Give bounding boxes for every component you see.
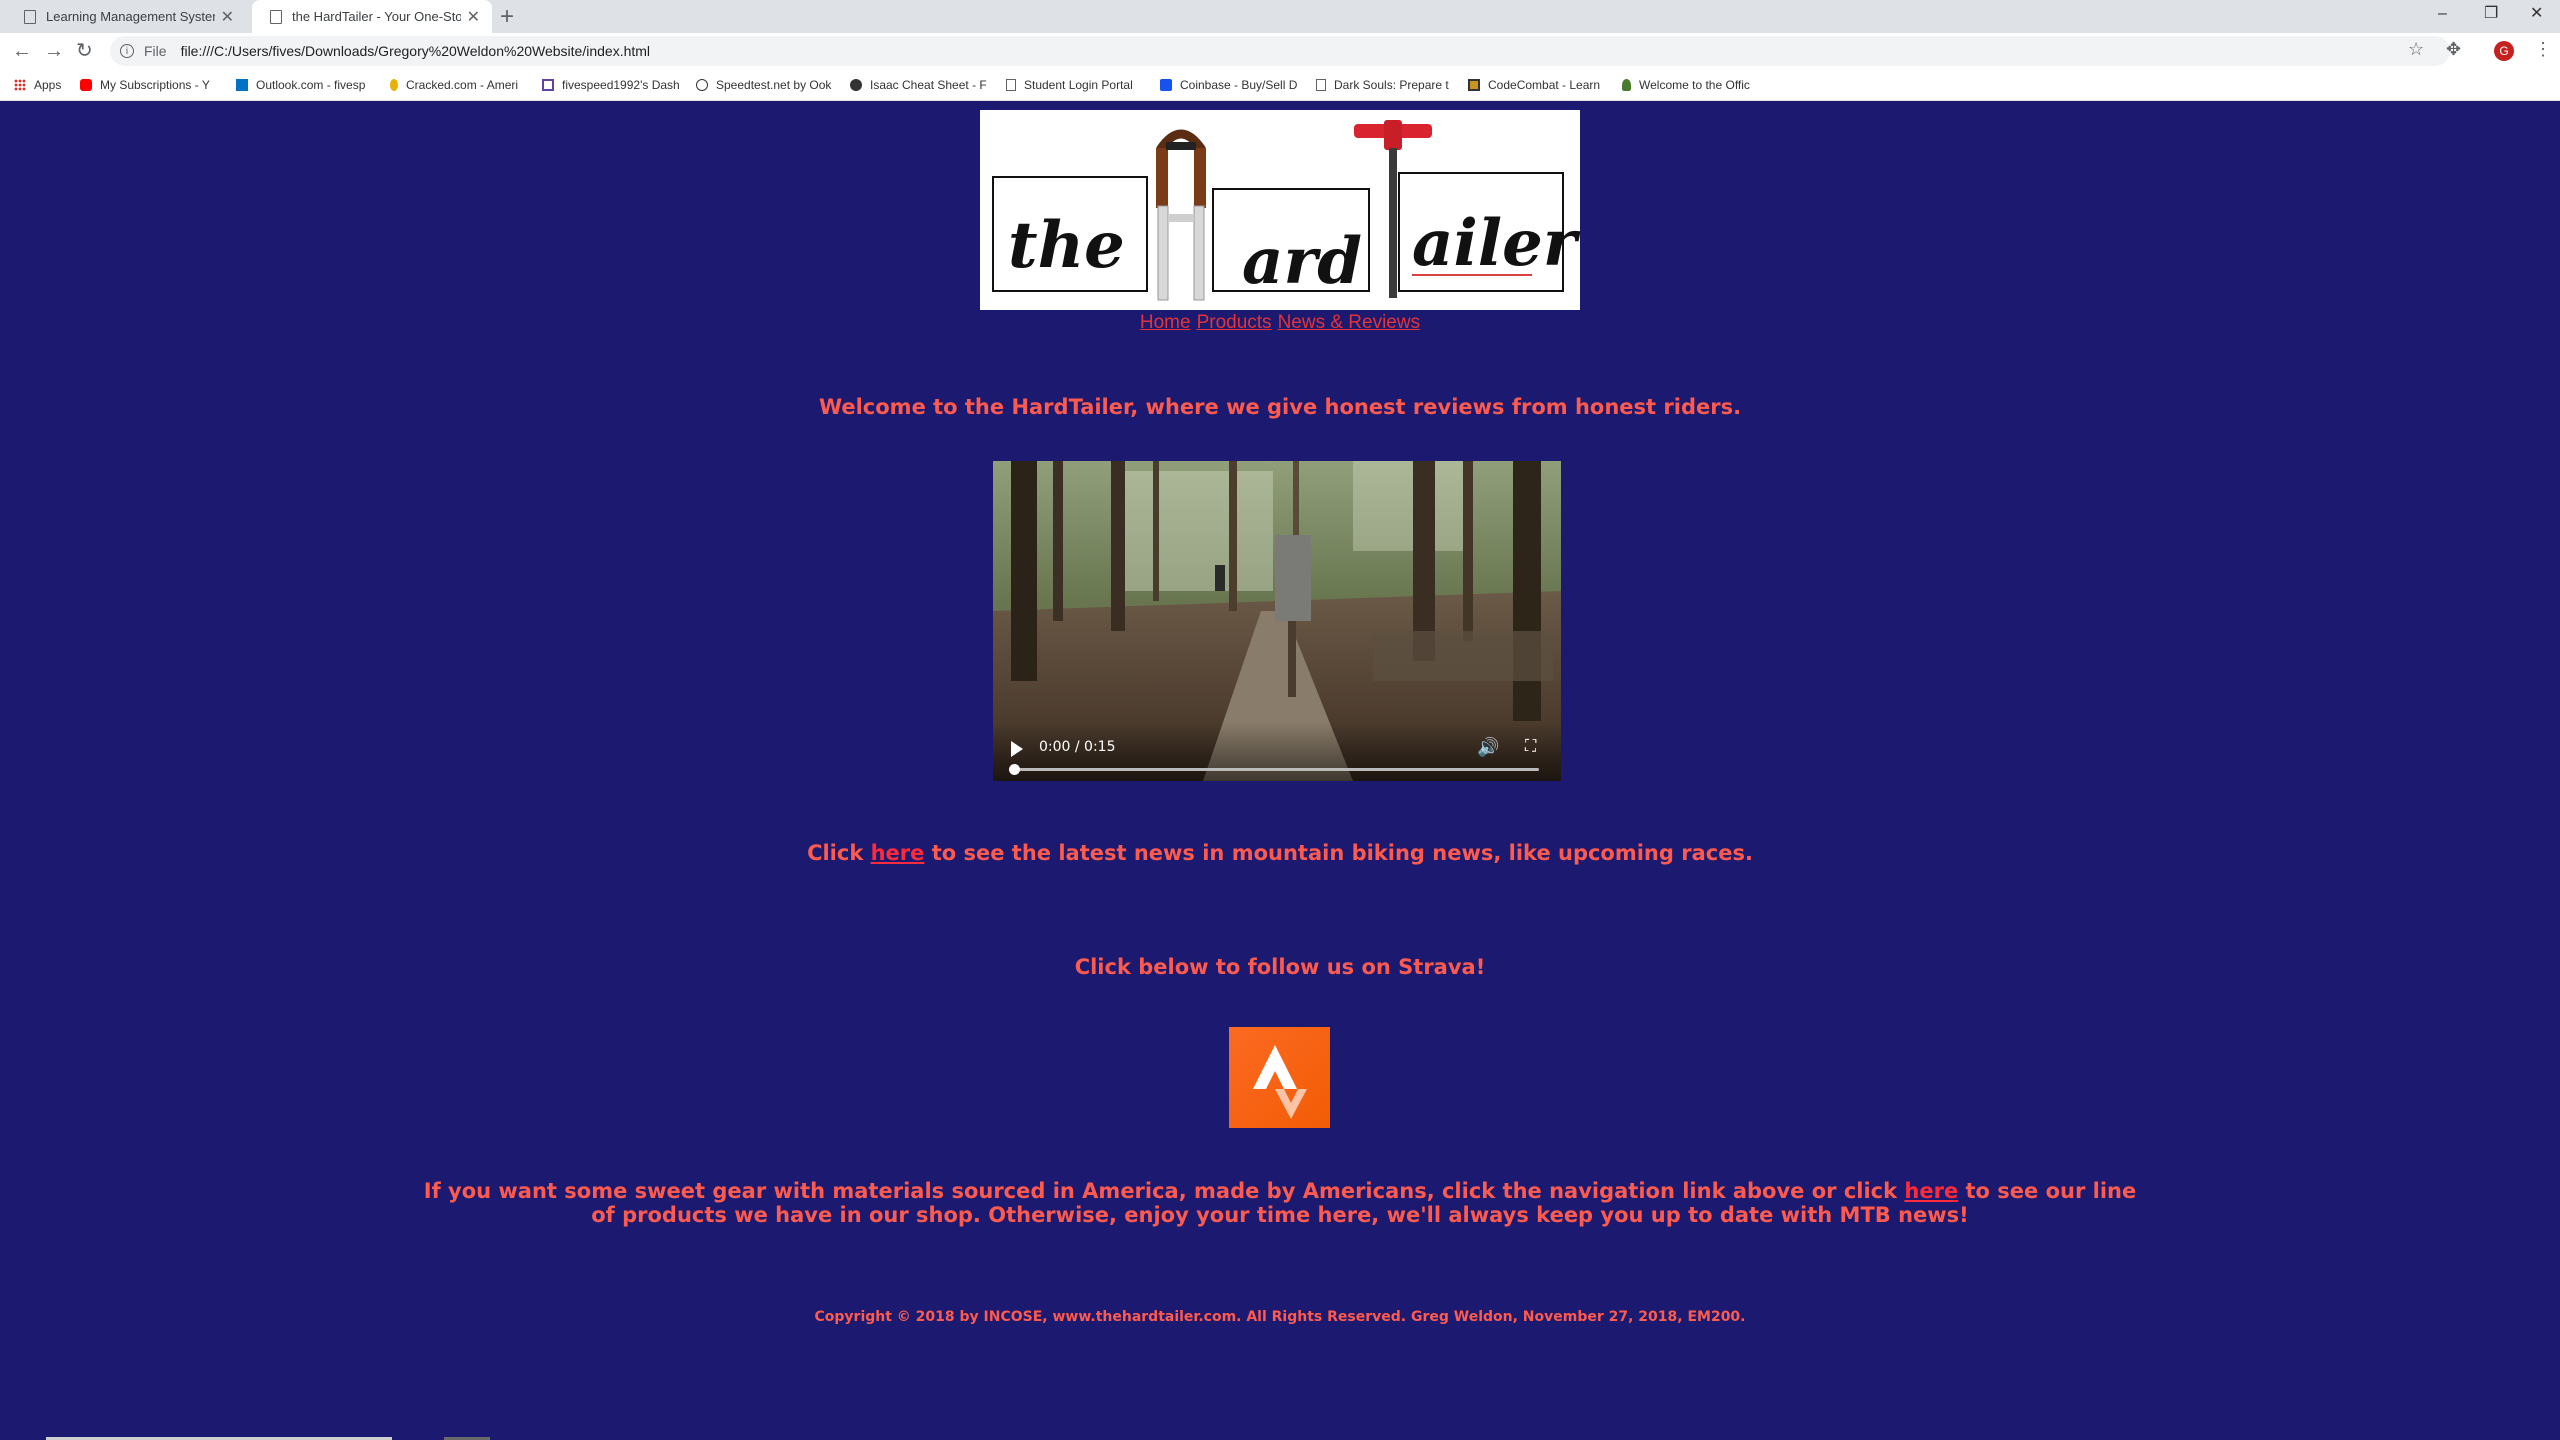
- cracked-icon: [390, 79, 398, 91]
- extension-icon[interactable]: ✥: [2446, 39, 2461, 60]
- bookmark-label: My Subscriptions - Y: [100, 78, 210, 92]
- bookmark-item[interactable]: Welcome to the Offic: [1622, 69, 1750, 101]
- video-controls: 0:00 / 0:15 🔊 ⛶: [993, 721, 1561, 781]
- gear-line2: of products we have in our shop. Otherwi…: [591, 1203, 1969, 1227]
- bookmark-item[interactable]: Coinbase - Buy/Sell D: [1160, 69, 1297, 101]
- menu-dots-icon[interactable]: ⋮: [2534, 39, 2552, 60]
- tab-title: the HardTailer - Your One-Stop S: [292, 9, 461, 24]
- page-icon: [270, 9, 282, 24]
- fallout-icon: [1622, 79, 1631, 91]
- copyright-footer: Copyright © 2018 by INCOSE, www.thehardt…: [814, 1309, 1746, 1325]
- tab-hardtailer[interactable]: the HardTailer - Your One-Stop S ✕: [252, 0, 492, 33]
- play-icon[interactable]: [1011, 741, 1023, 757]
- strava-icon: [1253, 1045, 1307, 1119]
- logo-word: the: [1008, 208, 1125, 283]
- news-suffix: to see the latest news in mountain bikin…: [924, 841, 1753, 865]
- bookmark-label: fivespeed1992's Dash: [562, 78, 680, 92]
- info-icon[interactable]: i: [120, 44, 134, 58]
- page-icon: [1006, 79, 1016, 91]
- browser-chrome: Learning Management System ✕ the HardTai…: [0, 0, 2560, 101]
- suspension-fork-icon: [1156, 129, 1206, 301]
- video-player[interactable]: 0:00 / 0:15 🔊 ⛶: [993, 461, 1561, 781]
- gear-paragraph: If you want some sweet gear with materia…: [0, 1179, 2560, 1227]
- news-prefix: Click: [807, 841, 871, 865]
- welcome-heading: Welcome to the HardTailer, where we give…: [818, 395, 1742, 419]
- codecombat-icon: [1468, 79, 1480, 91]
- page-icon: [1316, 79, 1326, 91]
- close-icon[interactable]: ✕: [467, 7, 480, 27]
- bookmark-apps[interactable]: Apps: [14, 69, 61, 101]
- logo-word: ard: [1242, 224, 1362, 299]
- close-icon[interactable]: ✕: [221, 7, 234, 27]
- gear-suffix: to see our line: [1958, 1179, 2137, 1203]
- bookmark-label: Cracked.com - Ameri: [406, 78, 519, 92]
- nav-products-link[interactable]: Products: [1197, 312, 1272, 333]
- bookmark-label: Welcome to the Offic: [1639, 78, 1750, 92]
- speedtest-icon: [696, 79, 708, 91]
- nav-home-link[interactable]: Home: [1140, 312, 1191, 333]
- bookmark-item[interactable]: Outlook.com - fivesp: [236, 69, 365, 101]
- site-nav: Home Products News & Reviews: [0, 312, 2560, 334]
- nav-news-link[interactable]: News & Reviews: [1278, 312, 1421, 333]
- new-tab-icon[interactable]: +: [500, 3, 514, 31]
- address-url[interactable]: file:///C:/Users/fives/Downloads/Gregory…: [181, 43, 650, 59]
- forward-icon[interactable]: →: [44, 39, 64, 63]
- apps-grid-icon: [14, 79, 26, 91]
- bookmark-label: Speedtest.net by Ook: [716, 78, 832, 92]
- bookmark-item[interactable]: CodeCombat - Learn: [1468, 69, 1600, 101]
- bookmark-star-icon[interactable]: ☆: [2408, 39, 2424, 60]
- browser-toolbar: ← → ↻ i File file:///C:/Users/fives/Down…: [0, 33, 2560, 69]
- tab-strip: Learning Management System ✕ the HardTai…: [0, 0, 2560, 33]
- bookmark-item[interactable]: Student Login Portal: [1006, 69, 1133, 101]
- news-here-link[interactable]: here: [871, 841, 925, 865]
- tab-title: Learning Management System: [46, 9, 215, 24]
- bookmark-label: Dark Souls: Prepare t: [1334, 78, 1449, 92]
- logo-underline: [1412, 274, 1532, 276]
- coinbase-icon: [1160, 79, 1172, 91]
- bookmarks-bar: Apps My Subscriptions - Y Outlook.com - …: [0, 69, 2560, 101]
- bookmark-item[interactable]: My Subscriptions - Y: [80, 69, 210, 101]
- twitch-icon: [542, 79, 554, 91]
- fullscreen-icon[interactable]: ⛶: [1525, 738, 1536, 756]
- video-time: 0:00 / 0:15: [1039, 739, 1116, 755]
- youtube-icon: [80, 79, 92, 91]
- reload-icon[interactable]: ↻: [76, 39, 93, 63]
- bookmark-label: CodeCombat - Learn: [1488, 78, 1601, 92]
- logo-word: ailer: [1412, 206, 1577, 281]
- video-scrubber-handle[interactable]: [1009, 764, 1020, 775]
- tab-learning-management-system[interactable]: Learning Management System ✕: [6, 0, 246, 33]
- strava-heading: Click below to follow us on Strava!: [1074, 955, 1486, 979]
- outlook-icon: [236, 79, 248, 91]
- hardtailer-logo: the ard ailer: [980, 110, 1580, 310]
- avatar[interactable]: G: [2494, 41, 2514, 61]
- bookmark-label: Isaac Cheat Sheet - F: [870, 78, 987, 92]
- bookmark-item[interactable]: Dark Souls: Prepare t: [1316, 69, 1449, 101]
- address-scheme: File: [144, 43, 167, 59]
- bookmark-label: Coinbase - Buy/Sell D: [1180, 78, 1298, 92]
- video-progress-bar[interactable]: [1009, 764, 1539, 775]
- bookmark-item[interactable]: Speedtest.net by Ook: [696, 69, 831, 101]
- gear-here-link[interactable]: here: [1904, 1179, 1958, 1203]
- back-icon[interactable]: ←: [12, 39, 32, 63]
- bookmark-item[interactable]: Isaac Cheat Sheet - F: [850, 69, 987, 101]
- bookmark-label: Outlook.com - fivesp: [256, 78, 366, 92]
- isaac-icon: [850, 79, 862, 91]
- bookmark-label: Apps: [34, 78, 62, 92]
- restore-icon[interactable]: ❐: [2484, 0, 2498, 30]
- window-close-icon[interactable]: ✕: [2530, 0, 2543, 30]
- page-body: the ard ailer Home Products News & Reviews…: [0, 101, 2560, 1440]
- gear-prefix: If you want some sweet gear with materia…: [423, 1179, 1905, 1203]
- address-bar[interactable]: i File file:///C:/Users/fives/Downloads/…: [110, 36, 2450, 66]
- minimize-icon[interactable]: –: [2438, 0, 2447, 30]
- strava-logo-link[interactable]: [1229, 1027, 1330, 1128]
- bookmark-item[interactable]: Cracked.com - Ameri: [390, 69, 518, 101]
- news-paragraph: Click here to see the latest news in mou…: [0, 841, 2560, 865]
- bookmark-label: Student Login Portal: [1024, 78, 1133, 92]
- bookmark-item[interactable]: fivespeed1992's Dash: [542, 69, 680, 101]
- page-icon: [24, 9, 36, 24]
- volume-icon[interactable]: 🔊: [1477, 737, 1499, 758]
